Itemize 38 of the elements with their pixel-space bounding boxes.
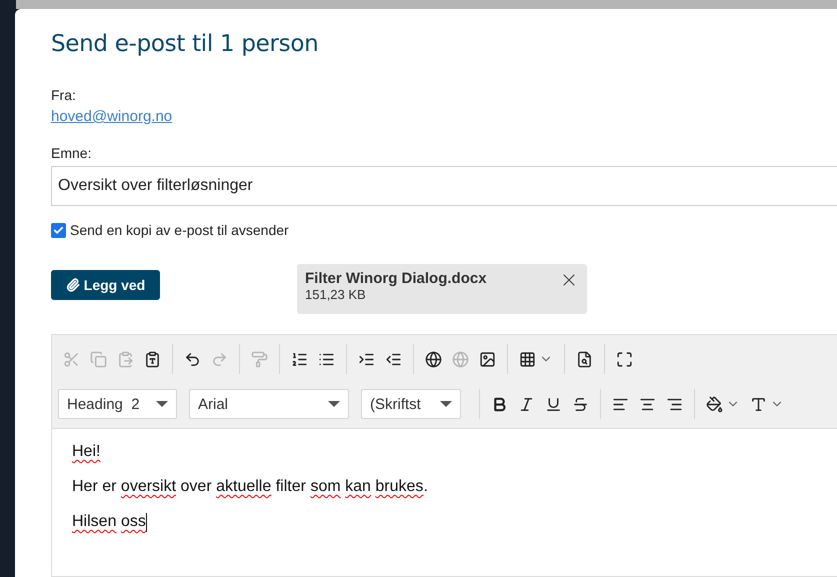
paperclip-icon [66,278,80,292]
paste-icon [117,350,134,368]
strikethrough-icon [572,396,589,412]
image-icon [479,350,496,368]
checkbox[interactable] [51,222,66,238]
dropdown[interactable]: (Skriftst [361,389,461,419]
body-paragraph: Hilsen oss [72,513,148,532]
undo-icon [184,350,201,368]
subject-field[interactable]: Oversikt over filterløsninger [51,166,837,206]
text-color-icon [750,396,767,412]
numbered-list-icon [291,350,308,368]
attachment-name: Filter Winorg Dialog.docx [305,270,487,287]
sender-email-link[interactable]: hoved@winorg.no [51,108,172,125]
paste-word-icon [144,350,161,368]
attach-button[interactable]: Legg ved [51,270,160,300]
from-label: Fra: [51,87,77,103]
subject-label: Emne: [51,145,92,161]
text-cursor [146,513,148,532]
grid-icon [519,350,536,368]
cut-icon [63,350,80,368]
attachment-size: 151,23 KB [305,287,367,302]
copy-icon [90,350,107,368]
globe-icon [425,350,442,368]
globe-icon [452,350,469,368]
paint-bucket-icon [706,396,723,412]
bold-icon [491,396,508,412]
paint-roller-icon [251,350,268,368]
redo-icon [211,350,228,368]
dropdown[interactable]: Arial [189,389,349,419]
fullscreen-icon [616,350,633,368]
dialog-title: Send e-post til 1 person [51,31,320,57]
document-search-icon [576,350,593,368]
italic-icon [518,396,535,412]
dropdown[interactable]: Heading 2 [58,389,177,419]
underline-icon [545,396,562,412]
body-paragraph: Her er oversikt over aktuelle filter som kan brukes. [72,478,429,496]
body-paragraph: Hei! [72,443,102,461]
checkbox-label: Send en kopi av e-post til avsender [70,222,289,238]
